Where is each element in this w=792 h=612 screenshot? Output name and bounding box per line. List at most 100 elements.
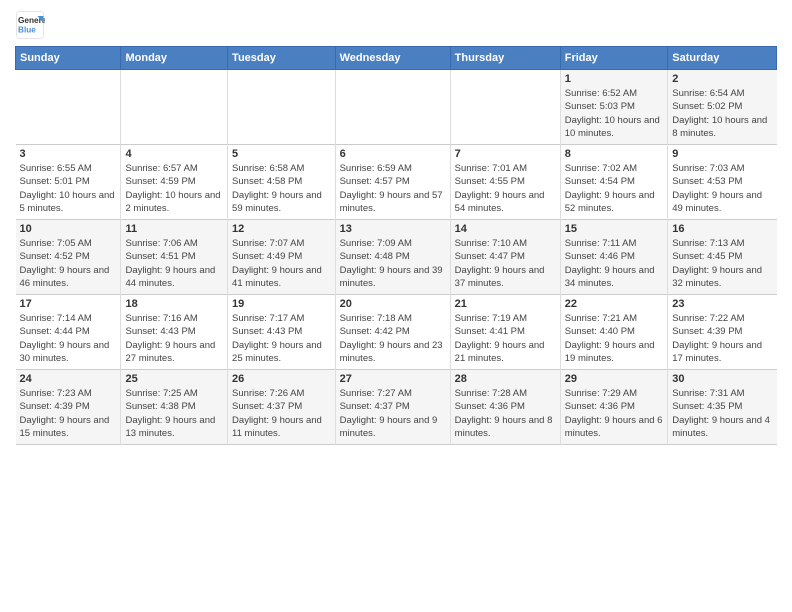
day-info: Sunrise: 7:22 AM Sunset: 4:39 PM Dayligh…	[672, 312, 772, 365]
day-cell: 22 Sunrise: 7:21 AM Sunset: 4:40 PM Dayli…	[560, 295, 668, 370]
day-number: 2	[672, 73, 772, 85]
day-info: Sunrise: 6:58 AM Sunset: 4:58 PM Dayligh…	[232, 162, 331, 215]
day-number: 22	[565, 298, 664, 310]
day-cell: 9 Sunrise: 7:03 AM Sunset: 4:53 PM Daylig…	[668, 145, 777, 220]
day-number: 1	[565, 73, 664, 85]
day-number: 5	[232, 148, 331, 160]
calendar-header: SundayMondayTuesdayWednesdayThursdayFrid…	[16, 47, 777, 70]
day-number: 7	[455, 148, 556, 160]
day-number: 8	[565, 148, 664, 160]
day-number: 25	[125, 373, 223, 385]
day-cell: 1 Sunrise: 6:52 AM Sunset: 5:03 PM Daylig…	[560, 70, 668, 145]
day-cell: 30Sunrise: 7:31 AM Sunset: 4:35 PM Dayli…	[668, 370, 777, 445]
day-number: 13	[340, 223, 446, 235]
day-cell: 23 Sunrise: 7:22 AM Sunset: 4:39 PM Dayli…	[668, 295, 777, 370]
day-info: Sunrise: 7:10 AM Sunset: 4:47 PM Dayligh…	[455, 237, 556, 290]
day-number: 15	[565, 223, 664, 235]
header-cell-tuesday: Tuesday	[228, 47, 336, 70]
day-number: 23	[672, 298, 772, 310]
day-info: Sunrise: 7:29 AM Sunset: 4:36 PM Dayligh…	[565, 387, 664, 440]
header-cell-saturday: Saturday	[668, 47, 777, 70]
day-cell: 6Sunrise: 6:59 AM Sunset: 4:57 PM Daylig…	[335, 145, 450, 220]
day-cell: 28 Sunrise: 7:28 AM Sunset: 4:36 PM Dayli…	[450, 370, 560, 445]
day-info: Sunrise: 7:05 AM Sunset: 4:52 PM Dayligh…	[20, 237, 117, 290]
day-info: Sunrise: 6:59 AM Sunset: 4:57 PM Dayligh…	[340, 162, 446, 215]
day-info: Sunrise: 7:06 AM Sunset: 4:51 PM Dayligh…	[125, 237, 223, 290]
week-row-4: 24 Sunrise: 7:23 AM Sunset: 4:39 PM Dayli…	[16, 370, 777, 445]
day-info: Sunrise: 7:19 AM Sunset: 4:41 PM Dayligh…	[455, 312, 556, 365]
day-number: 19	[232, 298, 331, 310]
header-cell-wednesday: Wednesday	[335, 47, 450, 70]
header-cell-sunday: Sunday	[16, 47, 121, 70]
day-info: Sunrise: 7:11 AM Sunset: 4:46 PM Dayligh…	[565, 237, 664, 290]
day-info: Sunrise: 7:23 AM Sunset: 4:39 PM Dayligh…	[20, 387, 117, 440]
day-number: 16	[672, 223, 772, 235]
day-cell: 4 Sunrise: 6:57 AM Sunset: 4:59 PM Daylig…	[121, 145, 228, 220]
day-cell: 7 Sunrise: 7:01 AM Sunset: 4:55 PM Daylig…	[450, 145, 560, 220]
day-info: Sunrise: 7:26 AM Sunset: 4:37 PM Dayligh…	[232, 387, 331, 440]
day-cell: 14Sunrise: 7:10 AM Sunset: 4:47 PM Dayli…	[450, 220, 560, 295]
header-cell-monday: Monday	[121, 47, 228, 70]
svg-text:Blue: Blue	[18, 26, 36, 35]
day-cell: 19 Sunrise: 7:17 AM Sunset: 4:43 PM Dayli…	[228, 295, 336, 370]
day-info: Sunrise: 7:14 AM Sunset: 4:44 PM Dayligh…	[20, 312, 117, 365]
day-info: Sunrise: 7:25 AM Sunset: 4:38 PM Dayligh…	[125, 387, 223, 440]
day-number: 20	[340, 298, 446, 310]
day-cell: 26 Sunrise: 7:26 AM Sunset: 4:37 PM Dayli…	[228, 370, 336, 445]
day-cell: 17 Sunrise: 7:14 AM Sunset: 4:44 PM Dayli…	[16, 295, 121, 370]
day-info: Sunrise: 7:18 AM Sunset: 4:42 PM Dayligh…	[340, 312, 446, 365]
day-info: Sunrise: 7:02 AM Sunset: 4:54 PM Dayligh…	[565, 162, 664, 215]
day-cell: 16 Sunrise: 7:13 AM Sunset: 4:45 PM Dayli…	[668, 220, 777, 295]
day-number: 9	[672, 148, 772, 160]
day-cell: 21Sunrise: 7:19 AM Sunset: 4:41 PM Dayli…	[450, 295, 560, 370]
day-info: Sunrise: 6:54 AM Sunset: 5:02 PM Dayligh…	[672, 87, 772, 140]
day-cell	[228, 70, 336, 145]
day-cell: 29 Sunrise: 7:29 AM Sunset: 4:36 PM Dayli…	[560, 370, 668, 445]
day-cell: 2 Sunrise: 6:54 AM Sunset: 5:02 PM Daylig…	[668, 70, 777, 145]
day-cell: 24 Sunrise: 7:23 AM Sunset: 4:39 PM Dayli…	[16, 370, 121, 445]
week-row-3: 17 Sunrise: 7:14 AM Sunset: 4:44 PM Dayli…	[16, 295, 777, 370]
day-cell: 13 Sunrise: 7:09 AM Sunset: 4:48 PM Dayli…	[335, 220, 450, 295]
header-cell-thursday: Thursday	[450, 47, 560, 70]
day-number: 29	[565, 373, 664, 385]
week-row-2: 10 Sunrise: 7:05 AM Sunset: 4:52 PM Dayli…	[16, 220, 777, 295]
logo: General Blue	[15, 10, 49, 40]
day-number: 17	[20, 298, 117, 310]
day-info: Sunrise: 6:52 AM Sunset: 5:03 PM Dayligh…	[565, 87, 664, 140]
day-cell: 11 Sunrise: 7:06 AM Sunset: 4:51 PM Dayli…	[121, 220, 228, 295]
day-info: Sunrise: 7:09 AM Sunset: 4:48 PM Dayligh…	[340, 237, 446, 290]
calendar-body: 1 Sunrise: 6:52 AM Sunset: 5:03 PM Daylig…	[16, 70, 777, 445]
day-info: Sunrise: 7:03 AM Sunset: 4:53 PM Dayligh…	[672, 162, 772, 215]
day-number: 11	[125, 223, 223, 235]
day-number: 28	[455, 373, 556, 385]
day-cell: 10 Sunrise: 7:05 AM Sunset: 4:52 PM Dayli…	[16, 220, 121, 295]
day-number: 4	[125, 148, 223, 160]
day-cell	[121, 70, 228, 145]
page: General Blue SundayMondayTuesdayWednesda…	[0, 0, 792, 612]
day-number: 12	[232, 223, 331, 235]
day-info: Sunrise: 7:17 AM Sunset: 4:43 PM Dayligh…	[232, 312, 331, 365]
day-number: 27	[340, 373, 446, 385]
logo-icon: General Blue	[15, 10, 45, 40]
day-number: 10	[20, 223, 117, 235]
day-info: Sunrise: 7:01 AM Sunset: 4:55 PM Dayligh…	[455, 162, 556, 215]
day-cell: 5 Sunrise: 6:58 AM Sunset: 4:58 PM Daylig…	[228, 145, 336, 220]
day-cell: 15 Sunrise: 7:11 AM Sunset: 4:46 PM Dayli…	[560, 220, 668, 295]
day-cell: 3Sunrise: 6:55 AM Sunset: 5:01 PM Daylig…	[16, 145, 121, 220]
day-cell: 8 Sunrise: 7:02 AM Sunset: 4:54 PM Daylig…	[560, 145, 668, 220]
day-cell: 12Sunrise: 7:07 AM Sunset: 4:49 PM Dayli…	[228, 220, 336, 295]
day-info: Sunrise: 7:13 AM Sunset: 4:45 PM Dayligh…	[672, 237, 772, 290]
day-info: Sunrise: 7:21 AM Sunset: 4:40 PM Dayligh…	[565, 312, 664, 365]
day-info: Sunrise: 6:57 AM Sunset: 4:59 PM Dayligh…	[125, 162, 223, 215]
day-number: 24	[20, 373, 117, 385]
day-cell: 25 Sunrise: 7:25 AM Sunset: 4:38 PM Dayli…	[121, 370, 228, 445]
week-row-1: 3Sunrise: 6:55 AM Sunset: 5:01 PM Daylig…	[16, 145, 777, 220]
day-number: 3	[20, 148, 117, 160]
day-number: 26	[232, 373, 331, 385]
header-row: SundayMondayTuesdayWednesdayThursdayFrid…	[16, 47, 777, 70]
day-cell: 18Sunrise: 7:16 AM Sunset: 4:43 PM Dayli…	[121, 295, 228, 370]
day-info: Sunrise: 7:28 AM Sunset: 4:36 PM Dayligh…	[455, 387, 556, 440]
day-info: Sunrise: 7:31 AM Sunset: 4:35 PM Dayligh…	[672, 387, 772, 440]
header: General Blue	[15, 10, 777, 40]
day-cell: 20 Sunrise: 7:18 AM Sunset: 4:42 PM Dayli…	[335, 295, 450, 370]
